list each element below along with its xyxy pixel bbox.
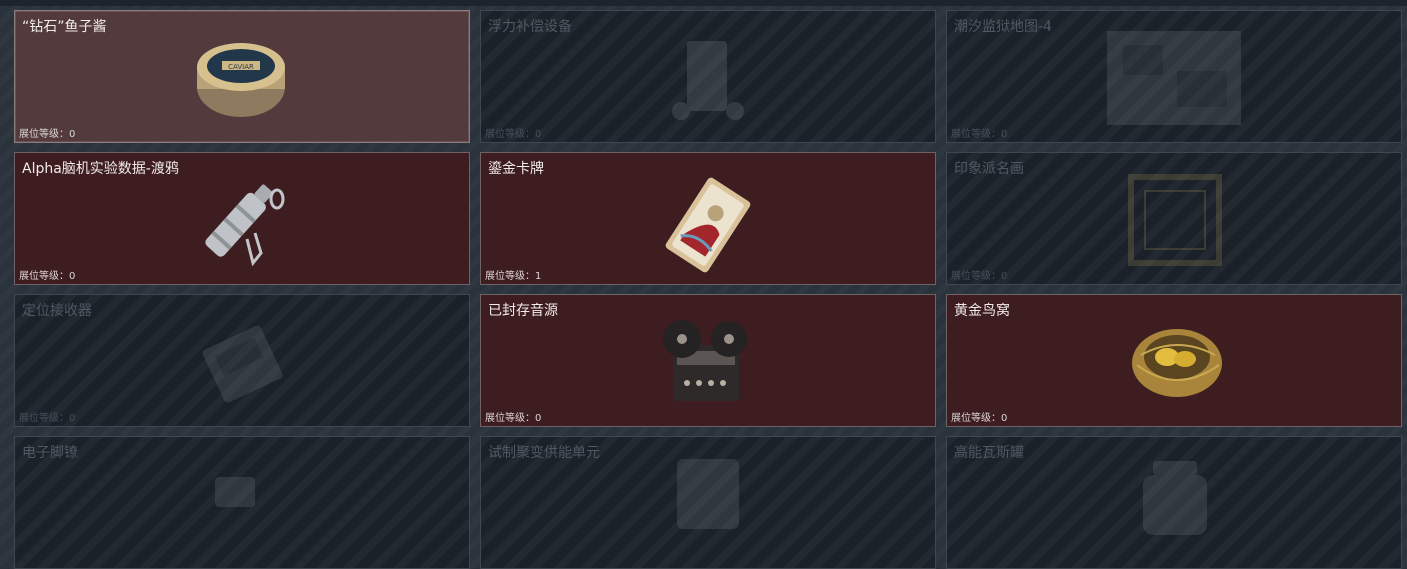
collection-slot-alpha-data[interactable]: Alpha脑机实验数据-渡鸦 展位等级：0 — [14, 152, 470, 285]
slot-level: 展位等级：0 — [485, 413, 542, 424]
collection-slot-gas-canister[interactable]: 高能瓦斯罐 — [946, 436, 1402, 569]
data-drive-icon — [205, 184, 285, 267]
slot-level: 展位等级：0 — [19, 129, 76, 140]
fusion-unit-icon — [677, 459, 739, 529]
slot-level: 展位等级：0 — [951, 129, 1008, 140]
buoyancy-device-icon — [672, 41, 744, 120]
collection-slot-painting[interactable]: 印象派名画 展位等级：0 — [946, 152, 1402, 285]
reel-recorder-icon — [663, 320, 747, 401]
slot-level: 展位等级：0 — [485, 129, 542, 140]
svg-text:CAVIAR: CAVIAR — [228, 63, 254, 71]
painting-icon — [1128, 174, 1222, 266]
slot-level: 展位等级：0 — [19, 271, 76, 282]
ankle-monitor-icon — [215, 477, 255, 507]
slot-level: 展位等级：0 — [951, 271, 1008, 282]
map-icon — [1107, 31, 1241, 125]
collection-slot-receiver[interactable]: 定位接收器 展位等级：0 — [14, 294, 470, 427]
collection-slot-caviar[interactable]: “钻石”鱼子酱 CAVIAR 展位等级：0 — [14, 10, 470, 143]
collection-slot-gilded-card[interactable]: 鎏金卡牌 展位等级：1 — [480, 152, 936, 285]
collection-slot-fusion-unit[interactable]: 试制聚变供能单元 — [480, 436, 936, 569]
caviar-tin-icon: CAVIAR — [197, 43, 285, 117]
slot-level: 展位等级：0 — [19, 413, 76, 424]
collection-slot-buoyancy[interactable]: 浮力补偿设备 展位等级：0 — [480, 10, 936, 143]
collection-slot-map[interactable]: 潮汐监狱地图-4 展位等级：0 — [946, 10, 1402, 143]
golden-nest-icon — [1132, 329, 1222, 397]
receiver-icon — [202, 325, 283, 403]
gas-canister-icon — [1143, 461, 1207, 535]
slot-level: 展位等级：1 — [485, 271, 542, 282]
collection-slot-ankle-monitor[interactable]: 电子脚镣 — [14, 436, 470, 569]
collection-slot-golden-nest[interactable]: 黄金鸟窝 展位等级：0 — [946, 294, 1402, 427]
collection-slot-sealed-audio[interactable]: 已封存音源 展位等级：0 — [480, 294, 936, 427]
gilded-card-icon — [665, 177, 751, 273]
collection-grid: “钻石”鱼子酱 CAVIAR 展位等级：0 浮力补偿设备 展位等级：0 潮汐监狱… — [0, 0, 1407, 569]
slot-level: 展位等级：0 — [951, 413, 1008, 424]
